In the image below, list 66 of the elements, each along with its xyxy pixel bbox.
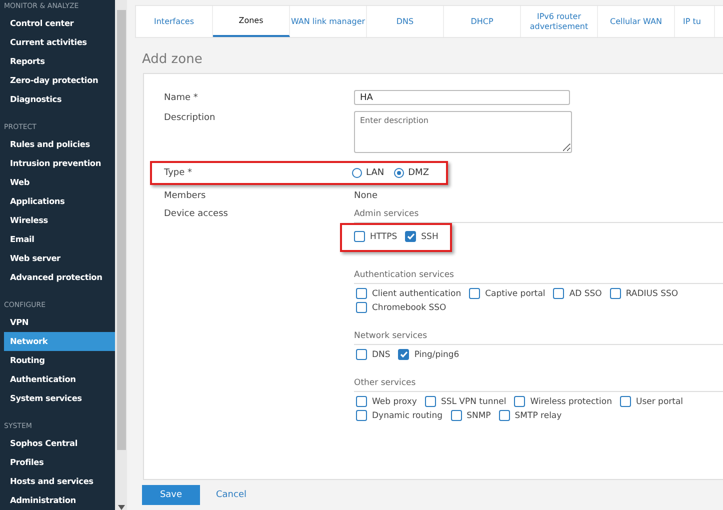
check-icon <box>400 351 408 358</box>
check-icon <box>406 233 415 240</box>
checkbox-option[interactable]: SMTP relay <box>498 410 562 421</box>
tab[interactable]: IP tu <box>675 6 715 37</box>
sidebar-item[interactable]: Profiles <box>4 453 115 472</box>
section-heading: Other services <box>354 378 723 392</box>
sidebar-item[interactable]: Administration <box>4 491 115 510</box>
sidebar-item[interactable]: Applications <box>4 192 115 211</box>
checkbox-option[interactable]: SSH <box>405 231 438 242</box>
description-field[interactable]: Enter description <box>354 111 572 153</box>
checkbox-option[interactable]: Wireless protection <box>514 396 612 407</box>
checkbox-option[interactable]: Dynamic routing <box>356 410 443 421</box>
section-heading: Authentication services <box>354 270 723 284</box>
checkbox-option[interactable]: AD SSO <box>553 288 602 299</box>
scroll-down-arrow-icon[interactable] <box>118 505 124 510</box>
scrollbar[interactable] <box>115 0 127 510</box>
tab[interactable]: WAN link manager <box>290 6 367 37</box>
tab[interactable]: Zones <box>213 6 290 37</box>
sidebar-item[interactable]: Zero-day protection <box>4 71 115 90</box>
section-heading: Network services <box>354 331 723 345</box>
name-field[interactable]: HA <box>354 90 570 105</box>
field-label: Device access <box>164 209 229 219</box>
checkbox-option[interactable]: Client authentication <box>356 288 462 299</box>
page-title: Add zone <box>142 52 204 67</box>
field-label: Description <box>164 113 216 123</box>
tab[interactable]: Interfaces <box>136 6 213 37</box>
sidebar-item[interactable]: Diagnostics <box>4 90 115 109</box>
sidebar-item[interactable]: Email <box>4 230 115 249</box>
sidebar-item[interactable]: Current activities <box>4 33 115 52</box>
tab[interactable]: DNS <box>367 6 444 37</box>
checkbox-option[interactable]: Captive portal <box>469 288 546 299</box>
sidebar-item[interactable]: Rules and policies <box>4 135 115 154</box>
field-label: Type * <box>164 168 194 178</box>
checkbox-option[interactable]: RADIUS SSO <box>610 288 678 299</box>
checkbox-option[interactable]: Chromebook SSO <box>356 302 446 313</box>
cancel-link[interactable]: Cancel <box>216 490 246 500</box>
tab[interactable]: Cellular WAN <box>598 6 675 37</box>
checkbox-option[interactable]: User portal <box>620 396 684 407</box>
checkbox-option[interactable]: Web proxy <box>356 396 417 407</box>
field-label: Members <box>164 191 207 201</box>
sidebar-item[interactable]: Intrusion prevention <box>4 154 115 173</box>
sidebar-item[interactable]: Authentication <box>4 370 115 389</box>
checkbox-option[interactable]: DNS <box>356 349 390 360</box>
checkbox-option[interactable]: SNMP <box>450 410 491 421</box>
sidebar-item[interactable]: Reports <box>4 52 115 71</box>
radio-option[interactable]: DMZ <box>394 168 429 178</box>
sidebar-item[interactable]: Routing <box>4 351 115 370</box>
sidebar-item[interactable]: System services <box>4 389 115 408</box>
tab[interactable]: IPv6 router advertisement <box>521 6 598 37</box>
section-heading: Admin services <box>354 209 723 223</box>
checkbox-option[interactable]: Ping/ping6 <box>398 349 460 360</box>
checkbox-option[interactable]: HTTPS <box>354 231 398 242</box>
sidebar-item[interactable]: Web server <box>4 249 115 268</box>
members-value: None <box>354 191 378 201</box>
radio-option[interactable]: LAN <box>352 168 384 178</box>
sidebar-item[interactable]: VPN <box>4 313 115 332</box>
sidebar-item[interactable]: Sophos Central <box>4 434 115 453</box>
checkbox-option[interactable]: SSL VPN tunnel <box>424 396 506 407</box>
sidebar-item[interactable]: Wireless <box>4 211 115 230</box>
sidebar-item[interactable]: Control center <box>4 14 115 33</box>
sidebar-item[interactable]: Web <box>4 173 115 192</box>
sidebar-item[interactable]: Advanced protection <box>4 268 115 287</box>
field-label: Name * <box>164 92 199 102</box>
tab[interactable]: DHCP <box>444 6 521 37</box>
save-button[interactable]: Save <box>142 485 200 505</box>
sidebar-item[interactable]: Hosts and services <box>4 472 115 491</box>
